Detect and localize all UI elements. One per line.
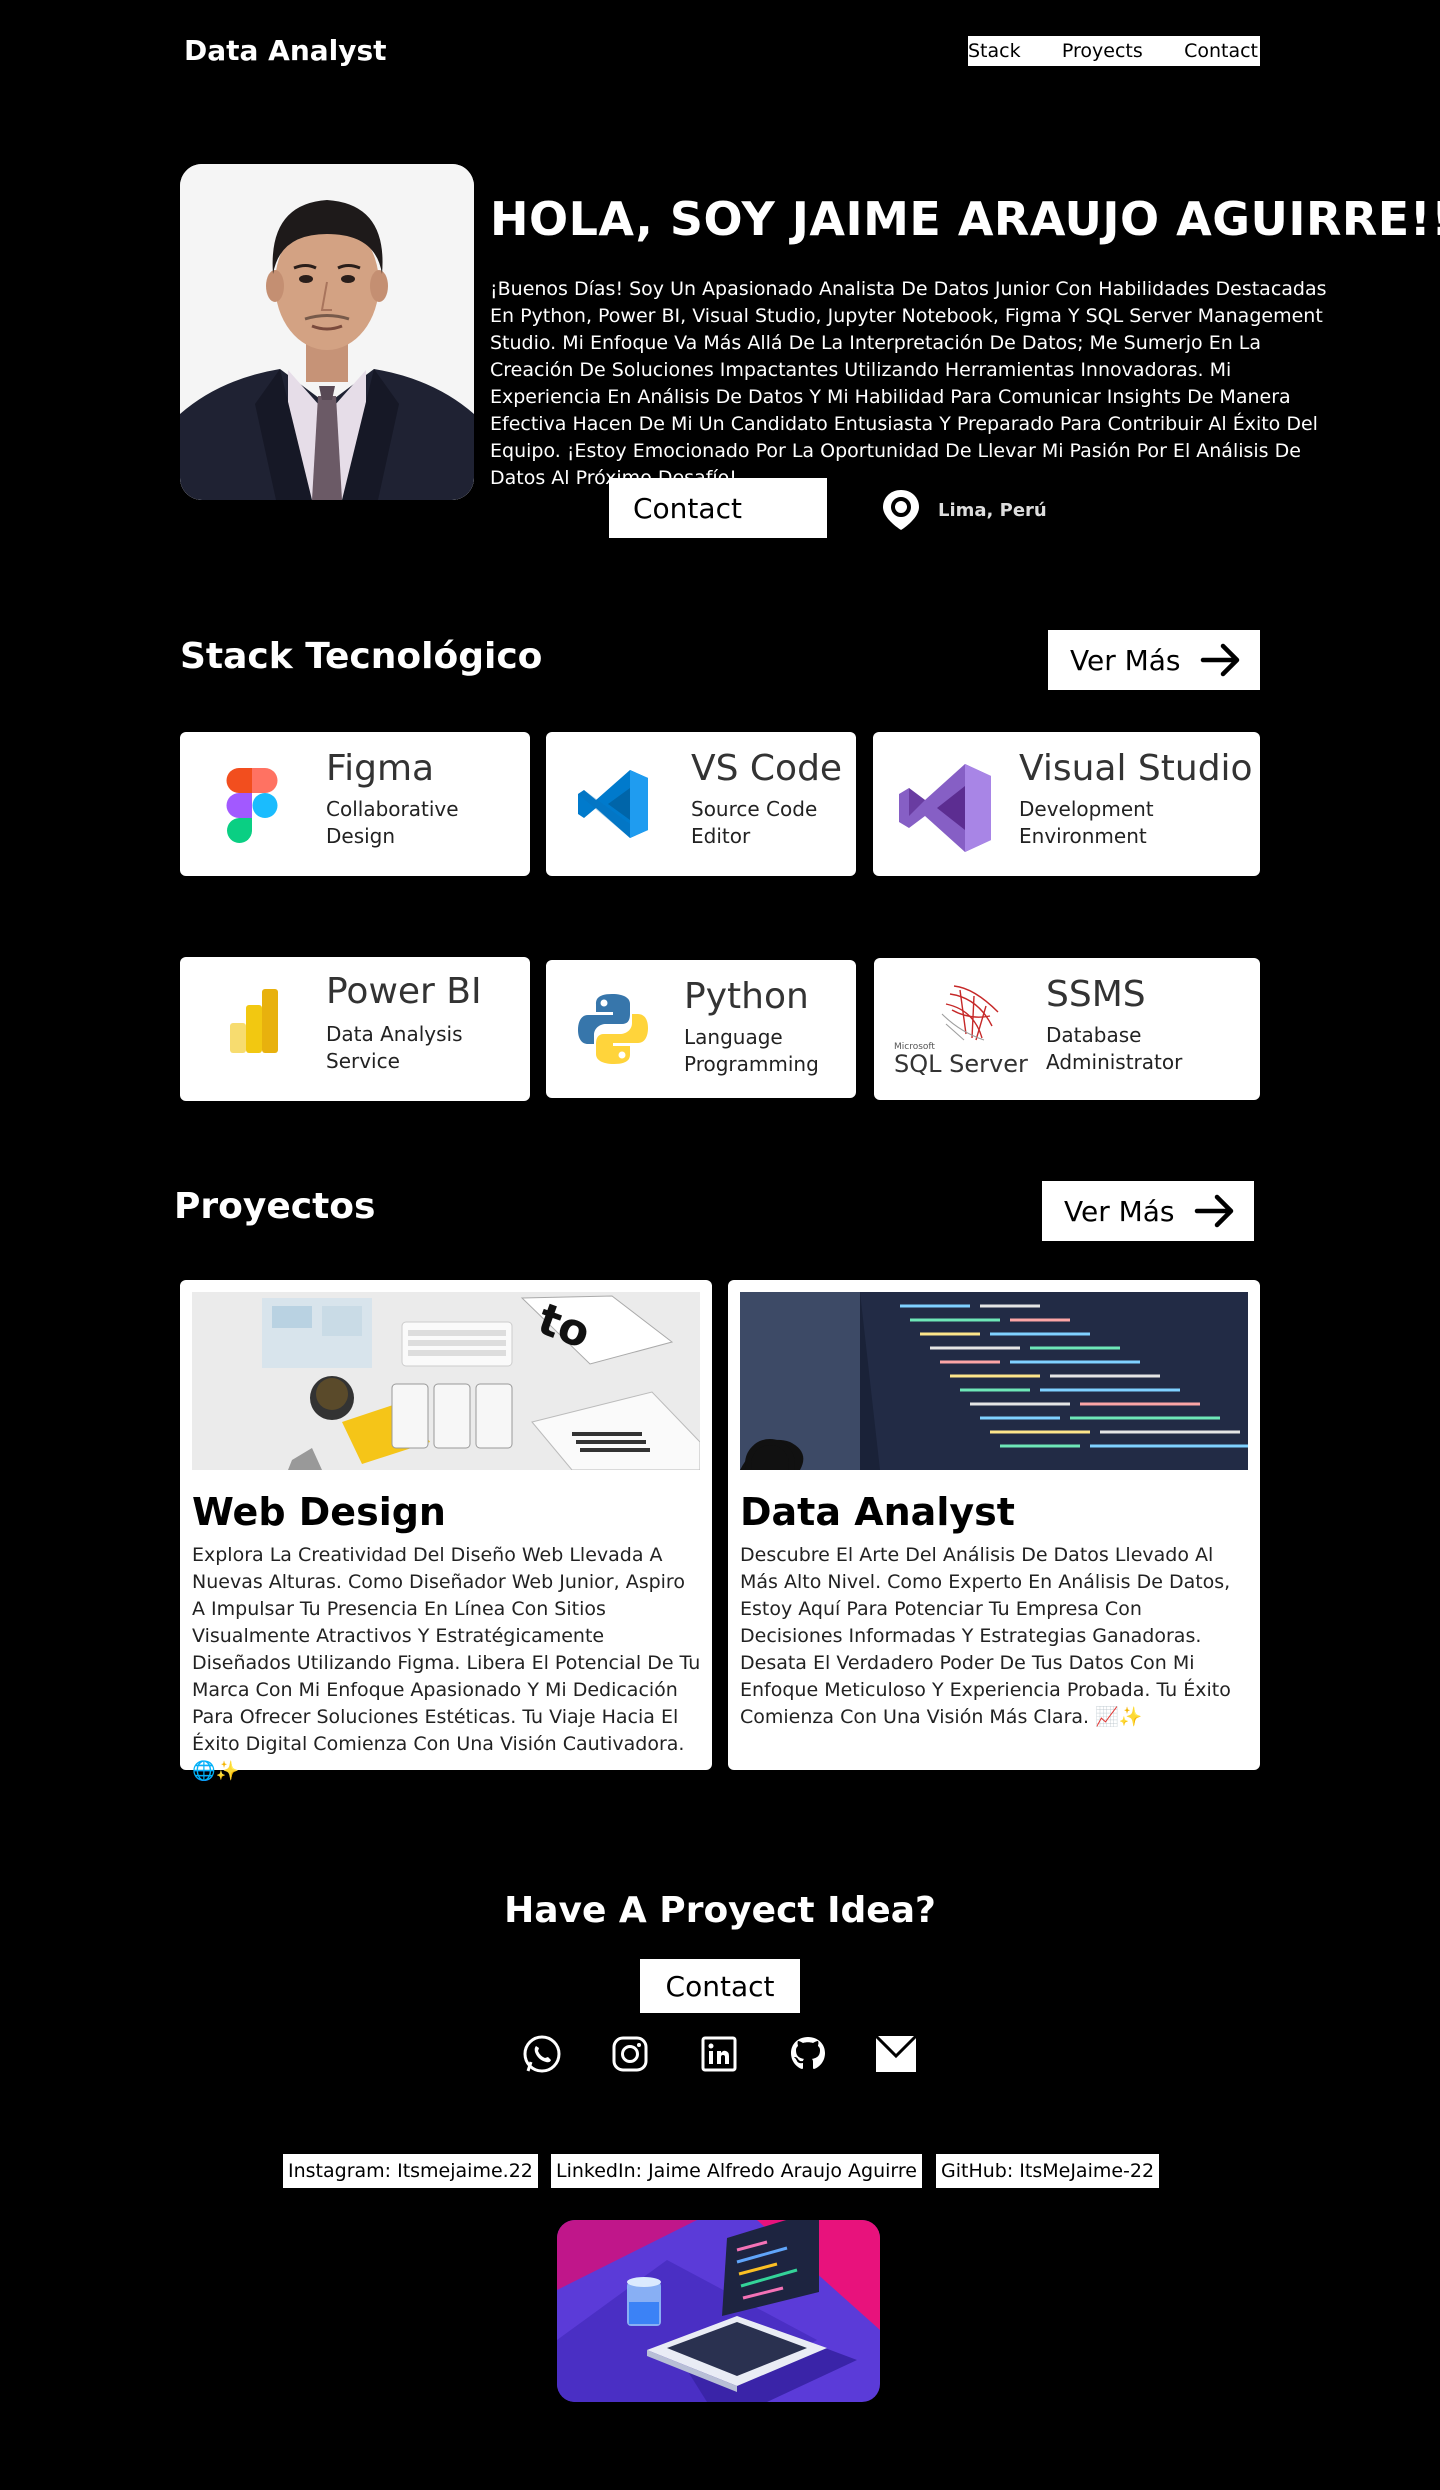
sql-server-logo-text: SQL Server xyxy=(894,1050,1028,1078)
projects-section-title: Proyectos xyxy=(174,1186,376,1227)
profile-photo xyxy=(180,164,474,500)
brand-title[interactable]: Data Analyst xyxy=(184,34,387,67)
nav-link-stack[interactable]: Stack xyxy=(968,40,1021,62)
location-text: Lima, Perú xyxy=(938,500,1047,521)
stack-card-power-bi[interactable]: Power BI Data Analysis Service xyxy=(180,957,530,1101)
nav-link-contact[interactable]: Contact xyxy=(1184,40,1258,62)
whatsapp-icon[interactable] xyxy=(522,2034,562,2074)
stack-card-desc: Data Analysis Service xyxy=(326,1022,463,1073)
stack-card-figma[interactable]: Figma Collaborative Design xyxy=(180,732,530,876)
instagram-icon[interactable] xyxy=(610,2034,650,2074)
hero-description: ¡Buenos Días! Soy Un Apasionado Analista… xyxy=(490,278,1327,489)
stack-card-visual-studio[interactable]: Visual Studio Development Environment xyxy=(873,732,1260,876)
arrow-right-icon xyxy=(1194,1194,1233,1228)
github-icon[interactable] xyxy=(788,2034,828,2074)
project-card-web-design[interactable]: to Web Design Explora La Creatividad Del… xyxy=(180,1280,712,1782)
ver-mas-label: Ver Más xyxy=(1064,1194,1175,1228)
figma-icon xyxy=(226,768,278,848)
cta-contact-button[interactable]: Contact xyxy=(640,1959,800,2013)
python-icon xyxy=(576,992,650,1070)
stack-card-name: SSMS xyxy=(1046,974,1146,1015)
stack-card-ssms[interactable]: Microsoft SQL Server SSMS Database Admin… xyxy=(874,958,1260,1100)
power-bi-icon xyxy=(230,989,280,1057)
instagram-handle-tag[interactable]: Instagram: Itsmejaime.22 xyxy=(283,2154,538,2188)
ver-mas-label: Ver Más xyxy=(1070,643,1181,677)
arrow-right-icon xyxy=(1200,643,1239,677)
hero-title: HOLA, SOY JAIME ARAUJO AGUIRRE!! xyxy=(490,192,1440,246)
stack-card-name: VS Code xyxy=(691,748,843,789)
visual-studio-icon xyxy=(895,758,995,862)
mail-icon[interactable] xyxy=(874,2034,918,2074)
project-image-web-design: to xyxy=(192,1292,700,1470)
stack-card-desc: Language Programming xyxy=(684,1025,819,1076)
project-card-data-analyst[interactable]: Data Analyst Descubre El Arte Del Anális… xyxy=(728,1280,1260,1770)
hero-contact-button[interactable]: Contact xyxy=(609,478,827,538)
top-nav: Stack Proyects Contact xyxy=(968,36,1260,66)
footer-illustration xyxy=(557,2220,880,2402)
projects-ver-mas-button[interactable]: Ver Más xyxy=(1042,1181,1254,1241)
nav-link-proyects[interactable]: Proyects xyxy=(1062,40,1143,62)
stack-card-name: Visual Studio xyxy=(1019,748,1253,789)
stack-section-title: Stack Tecnológico xyxy=(180,636,543,677)
project-image-data-analyst xyxy=(740,1292,1248,1470)
stack-ver-mas-button[interactable]: Ver Más xyxy=(1048,630,1260,690)
linkedin-icon[interactable] xyxy=(699,2034,739,2074)
stack-card-vscode[interactable]: VS Code Source Code Editor xyxy=(546,732,856,876)
stack-card-desc: Source Code Editor xyxy=(691,797,818,848)
project-description: Explora La Creatividad Del Diseño Web Ll… xyxy=(192,1544,701,1782)
project-title: Data Analyst xyxy=(740,1490,1015,1534)
sql-server-icon: Microsoft SQL Server xyxy=(894,980,1028,1080)
project-title: Web Design xyxy=(192,1490,446,1534)
stack-card-desc: Development Environment xyxy=(1019,797,1154,848)
stack-card-desc: Collaborative Design xyxy=(326,797,459,848)
stack-card-desc: Database Administrator xyxy=(1046,1023,1183,1074)
vscode-icon xyxy=(576,766,652,846)
cta-title: Have A Proyect Idea? xyxy=(504,1890,936,1931)
github-handle-tag[interactable]: GitHub: ItsMeJaime-22 xyxy=(936,2154,1160,2188)
stack-card-python[interactable]: Python Language Programming xyxy=(546,960,856,1098)
location-pin-icon xyxy=(881,488,921,532)
stack-card-name: Figma xyxy=(326,748,435,789)
stack-card-name: Power BI xyxy=(326,971,482,1012)
linkedin-handle-tag[interactable]: LinkedIn: Jaime Alfredo Araujo Aguirre xyxy=(551,2154,922,2188)
stack-card-name: Python xyxy=(684,976,809,1017)
project-description: Descubre El Arte Del Análisis De Datos L… xyxy=(740,1544,1231,1728)
